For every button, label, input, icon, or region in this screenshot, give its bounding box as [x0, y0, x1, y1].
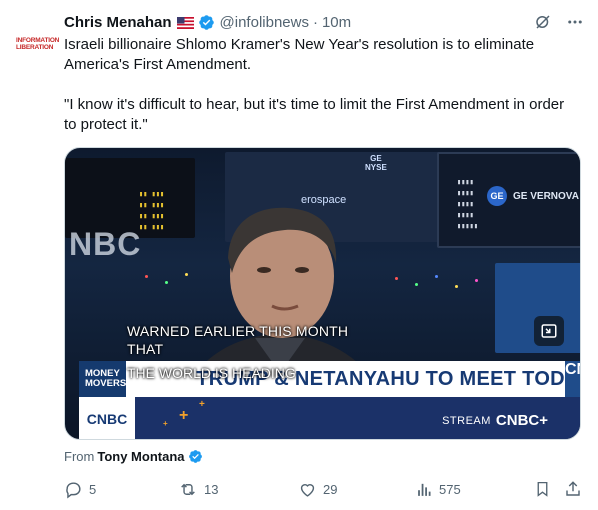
tweet-text: Israeli billionaire Shlomo Kramer's New …: [64, 35, 574, 135]
sparkle-icon: +: [163, 419, 168, 428]
avatar-text-bottom: LIBERATION: [16, 44, 54, 51]
bookmark-icon: [537, 481, 548, 497]
caption-line2: THAT: [127, 341, 164, 357]
stream-brand: CNBC+: [495, 412, 548, 429]
separator-dot: ·: [312, 13, 318, 31]
pip-icon: [541, 324, 557, 338]
tweet-text-line1: Israeli billionaire Shlomo Kramer's New …: [64, 36, 535, 73]
avatar[interactable]: INFORMATION LIBERATION: [16, 24, 60, 64]
video-player[interactable]: ▮▮ ▮▮▮ ▮▮ ▮▮▮ ▮▮ ▮▮▮ ▮▮ ▮▮▮ ▮▮▮▮ ▮▮▮▮ ▮▮▮▮ ▮▮▮…: [64, 147, 581, 440]
view-count: 575: [439, 481, 461, 497]
share-button[interactable]: [564, 478, 582, 500]
caption-line4: HEADING: [232, 365, 296, 381]
verified-badge-icon: [188, 449, 203, 464]
ge-vernova-text: GE VERNOVA: [513, 190, 579, 202]
views-icon: [418, 483, 431, 496]
caption-line3: THE WORLD IS: [127, 365, 229, 381]
us-flag-icon: [176, 16, 194, 29]
tweet-text-quote: "I know it's difficult to hear, but it's…: [64, 96, 565, 133]
heart-icon: [300, 483, 315, 497]
stream-promo: STREAM CNBC+: [442, 412, 548, 429]
picture-in-picture-button[interactable]: [534, 316, 564, 346]
share-icon: [566, 481, 580, 496]
header-actions: [534, 13, 584, 31]
avatar-text-top: INFORMATION: [16, 37, 60, 44]
network-bar: CNBC + + + STREAM CNBC+: [79, 397, 580, 439]
nyse-top: GE: [370, 154, 382, 163]
tweet-actions: 5 13 29 575: [64, 478, 584, 500]
verified-badge-icon: [198, 14, 215, 31]
like-count: 29: [323, 481, 338, 497]
ticker-text: ▮▮▮▮ ▮▮▮▮ ▮▮▮▮ ▮▮▮▮ ▮▮▮▮▮: [457, 179, 479, 231]
reply-button[interactable]: 5: [64, 478, 96, 500]
views-button[interactable]: 575: [416, 478, 461, 500]
video-caption: WARNED EARLIER THIS MONTH THAT: [127, 322, 348, 358]
nyse-label: NYSE: [365, 163, 387, 172]
show-name: MONEY MOVERS: [79, 361, 127, 397]
sparkle-icon: +: [179, 407, 189, 424]
ge-vernova-sign: GE GE VERNOVA: [487, 186, 579, 206]
grok-icon[interactable]: [534, 13, 552, 31]
video-attribution: From Tony Montana: [64, 449, 203, 464]
ge-logo: GE: [487, 186, 507, 206]
repost-icon: [181, 483, 195, 495]
caption-line1: WARNED EARLIER THIS MONTH: [127, 323, 349, 339]
show-name-line2: MOVERS: [85, 378, 127, 389]
repost-button[interactable]: 13: [178, 478, 218, 500]
tweet-header: Chris Menahan @infolibnews · 10m: [64, 12, 584, 32]
network-logo: CNBC: [79, 397, 135, 439]
sparkle-icon: +: [199, 399, 205, 410]
reply-count: 5: [89, 481, 97, 497]
reply-icon: [66, 481, 81, 498]
author-handle[interactable]: @infolibnews: [220, 14, 309, 31]
video-caption-continued: THE WORLD IS HEADING: [127, 364, 296, 382]
stream-label: STREAM: [442, 414, 491, 427]
wall-nyse: GE NYSE: [365, 154, 387, 172]
side-logo: CN: [565, 361, 580, 397]
repost-count: 13: [204, 481, 219, 497]
attribution-name[interactable]: Tony Montana: [97, 449, 184, 464]
more-options-icon[interactable]: [566, 13, 584, 31]
attribution-prefix: From: [64, 449, 95, 464]
like-button[interactable]: 29: [298, 478, 337, 500]
bookmark-button[interactable]: [534, 478, 551, 500]
author-name[interactable]: Chris Menahan: [64, 14, 172, 31]
wall-logo: NBC: [69, 226, 142, 262]
timestamp[interactable]: 10m: [322, 14, 351, 31]
